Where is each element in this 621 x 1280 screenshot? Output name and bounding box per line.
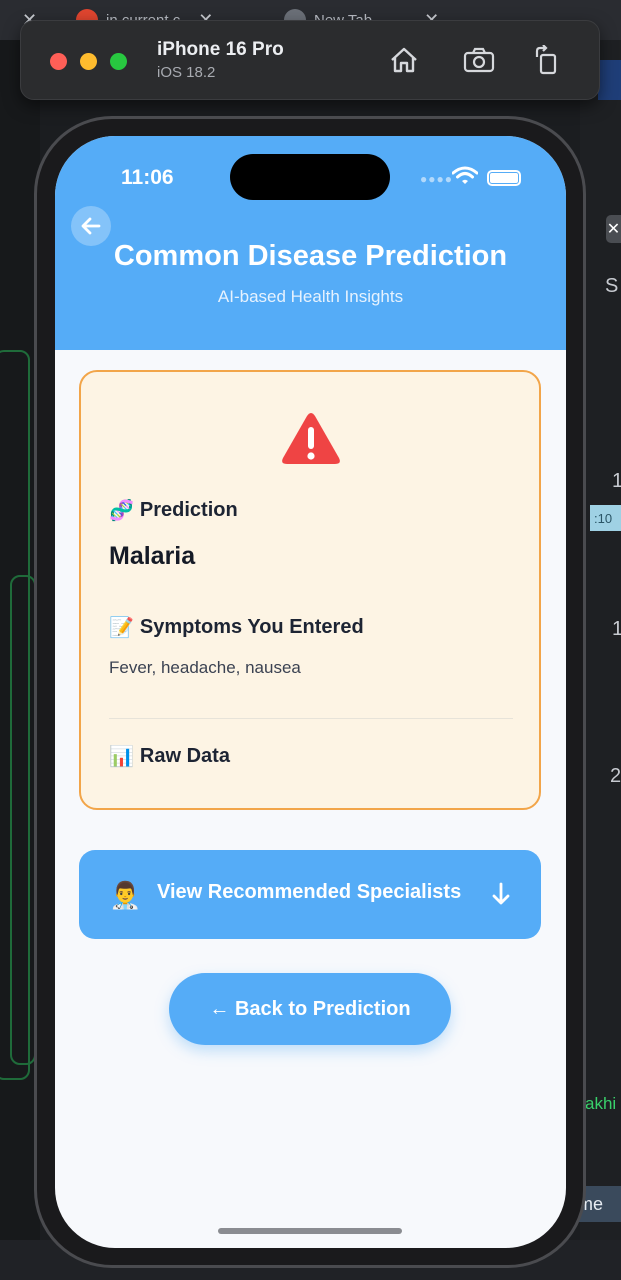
warning-icon [281, 412, 341, 471]
host-right-number: 2 [610, 765, 621, 787]
minimize-window-button[interactable] [80, 53, 97, 70]
close-icon[interactable]: ✕ [606, 215, 621, 243]
simulator-toolbar: iPhone 16 Pro iOS 18.2 [20, 20, 600, 100]
host-right-number: 1 [612, 470, 621, 492]
arrow-down-icon [491, 882, 511, 911]
prediction-result-card: 🧬 Prediction Malaria 📝 Symptoms You Ente… [79, 370, 541, 810]
rotate-icon[interactable] [530, 43, 564, 77]
divider [109, 718, 513, 719]
back-to-prediction-button[interactable]: ← Back to Prediction [169, 973, 451, 1045]
screenshot-icon[interactable] [462, 43, 496, 77]
symptoms-value: Fever, headache, nausea [109, 658, 301, 677]
prediction-value: Malaria [109, 542, 196, 570]
prediction-heading: 🧬 Prediction [109, 499, 238, 522]
view-specialists-button[interactable]: 👨‍⚕️ View Recommended Specialists [79, 850, 541, 939]
cellular-icon: ●●●● [420, 172, 453, 186]
close-window-button[interactable] [50, 53, 67, 70]
page-title: Common Disease Prediction [113, 240, 508, 272]
wifi-icon [451, 166, 479, 191]
status-time: 11:06 [121, 166, 174, 189]
device-os: iOS 18.2 [157, 64, 216, 81]
host-blue-block [598, 60, 621, 100]
page-subtitle: AI-based Health Insights [217, 287, 404, 306]
host-green-outline [10, 575, 36, 1065]
host-right-number: 1 [612, 618, 621, 640]
dna-icon: 🧬 [109, 500, 134, 522]
host-right-green-text: akhi [585, 1094, 617, 1113]
dynamic-island [230, 154, 390, 200]
app-header: 11:06 ●●●● Common Disease Prediction AI-… [55, 136, 566, 350]
symptoms-heading: 📝 Symptoms You Entered [109, 616, 364, 639]
home-indicator[interactable] [218, 1228, 402, 1234]
home-icon[interactable] [387, 43, 421, 77]
zoom-window-button[interactable] [110, 53, 127, 70]
phone-screen: 11:06 ●●●● Common Disease Prediction AI-… [55, 136, 566, 1248]
doctor-icon: 👨‍⚕️ [109, 880, 142, 910]
raw-data-heading[interactable]: 📊 Raw Data [109, 744, 230, 769]
host-right-badge: :10 [590, 505, 621, 531]
host-right-letter: S [605, 275, 619, 297]
battery-icon [487, 170, 521, 186]
bar-chart-icon: 📊 [109, 746, 134, 768]
view-specialists-label: View Recommended Specialists [157, 881, 462, 903]
arrow-left-icon [81, 217, 101, 235]
memo-icon: 📝 [109, 617, 134, 639]
device-name: iPhone 16 Pro [157, 39, 284, 60]
